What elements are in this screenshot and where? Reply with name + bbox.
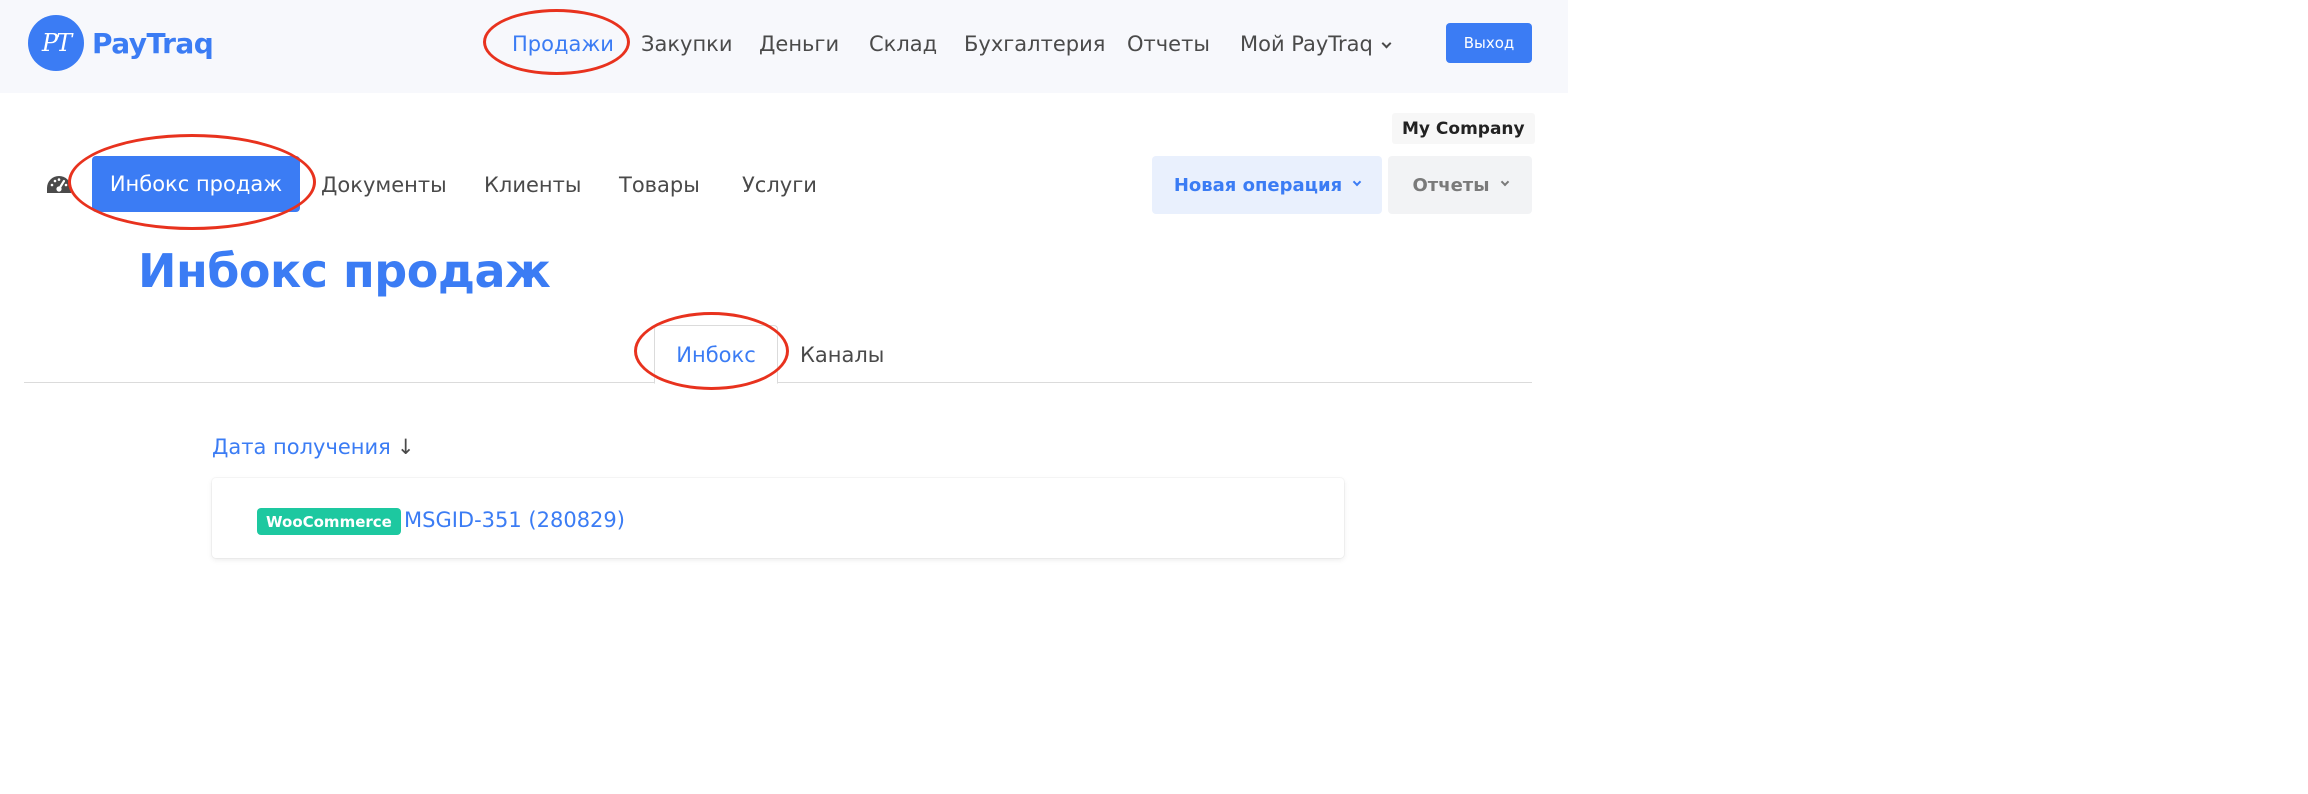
top-navbar: PT PayTraq Продажи Закупки Деньги Склад … (0, 0, 1568, 93)
chevron-down-icon (1381, 38, 1392, 49)
new-operation-label: Новая операция (1173, 174, 1343, 196)
reports-dropdown-button[interactable]: Отчеты (1388, 156, 1532, 214)
topnav-item-money[interactable]: Деньги (759, 28, 839, 60)
chevron-down-icon (1352, 177, 1362, 187)
channel-tag: WooCommerce (257, 508, 401, 535)
sort-label: Дата получения (212, 435, 391, 459)
page-title: Инбокс продаж (138, 244, 551, 298)
topnav-item-reports[interactable]: Отчеты (1127, 28, 1210, 60)
arrow-down-icon: ↓ (396, 435, 415, 459)
message-link[interactable]: MSGID-351 (280829) (404, 505, 625, 535)
paytraq-logo[interactable]: PT PayTraq (28, 15, 214, 71)
topnav-item-my-paytraq-label: Мой PayTraq (1240, 32, 1373, 56)
speedometer-icon[interactable] (46, 175, 72, 195)
logo-mark-icon: PT (28, 15, 84, 71)
new-operation-button[interactable]: Новая операция (1152, 156, 1382, 214)
topnav-item-accounting[interactable]: Бухгалтерия (964, 28, 1105, 60)
logout-button[interactable]: Выход (1446, 23, 1532, 63)
topnav-item-my-paytraq[interactable]: Мой PayTraq (1240, 28, 1392, 60)
topnav-item-warehouse[interactable]: Склад (869, 28, 937, 60)
reports-label: Отчеты (1412, 174, 1490, 196)
subnav-item-documents[interactable]: Документы (321, 170, 447, 200)
subnav-item-clients[interactable]: Клиенты (484, 170, 581, 200)
topnav-item-purchases[interactable]: Закупки (641, 28, 733, 60)
subnav-item-sales-inbox[interactable]: Инбокс продаж (92, 156, 300, 212)
sort-by-date-link[interactable]: Дата получения ↓ (212, 432, 414, 462)
logo-text: PayTraq (92, 26, 214, 60)
tabs-divider (24, 382, 1532, 383)
tab-channels[interactable]: Каналы (800, 340, 884, 370)
tab-inbox[interactable]: Инбокс (654, 325, 778, 384)
topnav-item-sales[interactable]: Продажи (512, 28, 614, 60)
company-name[interactable]: My Company (1392, 113, 1535, 144)
subnav-item-products[interactable]: Товары (619, 170, 700, 200)
subnav-item-services[interactable]: Услуги (742, 170, 817, 200)
chevron-down-icon (1500, 177, 1509, 187)
